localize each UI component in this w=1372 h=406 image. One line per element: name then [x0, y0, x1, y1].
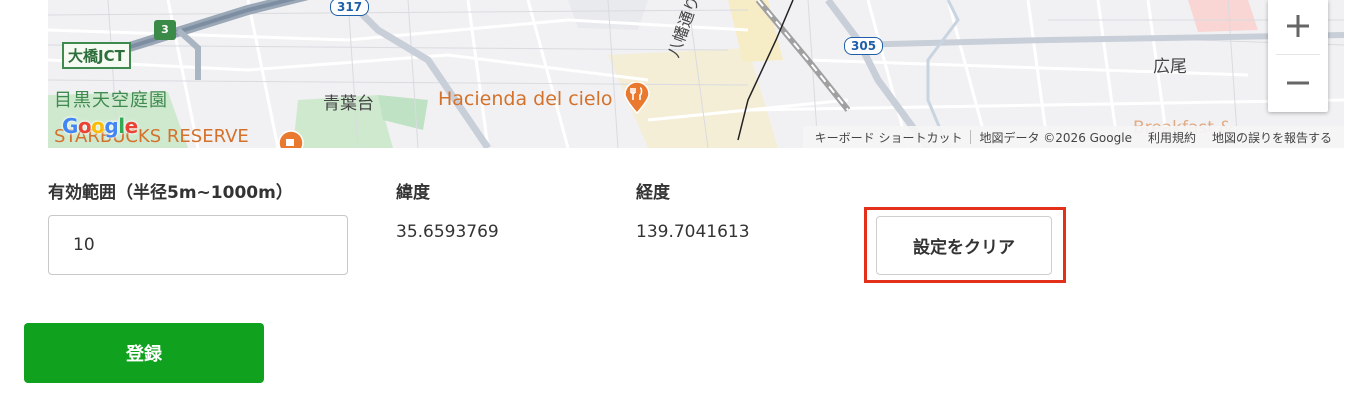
minus-icon [1287, 81, 1309, 85]
terms-link[interactable]: 利用規約 [1140, 129, 1204, 146]
radius-input[interactable] [48, 215, 348, 275]
google-logo[interactable]: Google [62, 114, 138, 138]
clear-settings-button[interactable]: 設定をクリア [876, 216, 1052, 275]
zoom-out-button[interactable] [1268, 57, 1328, 109]
google-logo-letter: g [104, 114, 119, 138]
map-attribution-bar: キーボード ショートカット 地図データ ©2026 Google 利用規約 地図… [802, 126, 1344, 148]
latitude-value: 35.6593769 [396, 222, 499, 242]
map-label-ohashi-jct[interactable]: 大橋JCT [62, 42, 131, 69]
google-logo-letter: G [62, 114, 78, 138]
map-label-aobadai: 青葉台 [323, 94, 374, 114]
zoom-control [1268, 0, 1328, 112]
keyboard-shortcuts-link[interactable]: キーボード ショートカット [807, 129, 971, 146]
zoom-in-button[interactable] [1268, 0, 1328, 52]
register-button[interactable]: 登録 [24, 323, 264, 383]
map-view[interactable]: 3 317 305 大橋JCT 目黒天空庭園 青葉台 Hacienda del … [48, 0, 1344, 148]
report-error-link[interactable]: 地図の誤りを報告する [1204, 129, 1340, 146]
google-logo-letter: o [77, 114, 92, 138]
google-logo-letter: o [91, 114, 105, 138]
latitude-label: 緯度 [396, 183, 430, 203]
zoom-divider [1276, 54, 1320, 55]
map-label-sky-garden[interactable]: 目黒天空庭園 [54, 86, 168, 112]
longitude-label: 経度 [636, 183, 670, 203]
plus-icon [1287, 15, 1309, 37]
map-label-hiroo: 広尾 [1153, 57, 1187, 77]
longitude-value: 139.7041613 [636, 222, 750, 242]
map-data-credit[interactable]: 地図データ ©2026 Google [971, 129, 1140, 146]
route-317-shield: 317 [330, 0, 370, 16]
restaurant-pin-icon[interactable] [624, 81, 650, 118]
radius-label: 有効範囲（半径5m~1000m） [48, 183, 293, 203]
map-label-hacienda[interactable]: Hacienda del cielo [438, 88, 613, 110]
cafe-pin-icon[interactable] [278, 130, 304, 148]
route-3-shield: 3 [154, 20, 176, 40]
route-305-shield: 305 [844, 37, 884, 55]
google-logo-letter: e [124, 114, 139, 138]
